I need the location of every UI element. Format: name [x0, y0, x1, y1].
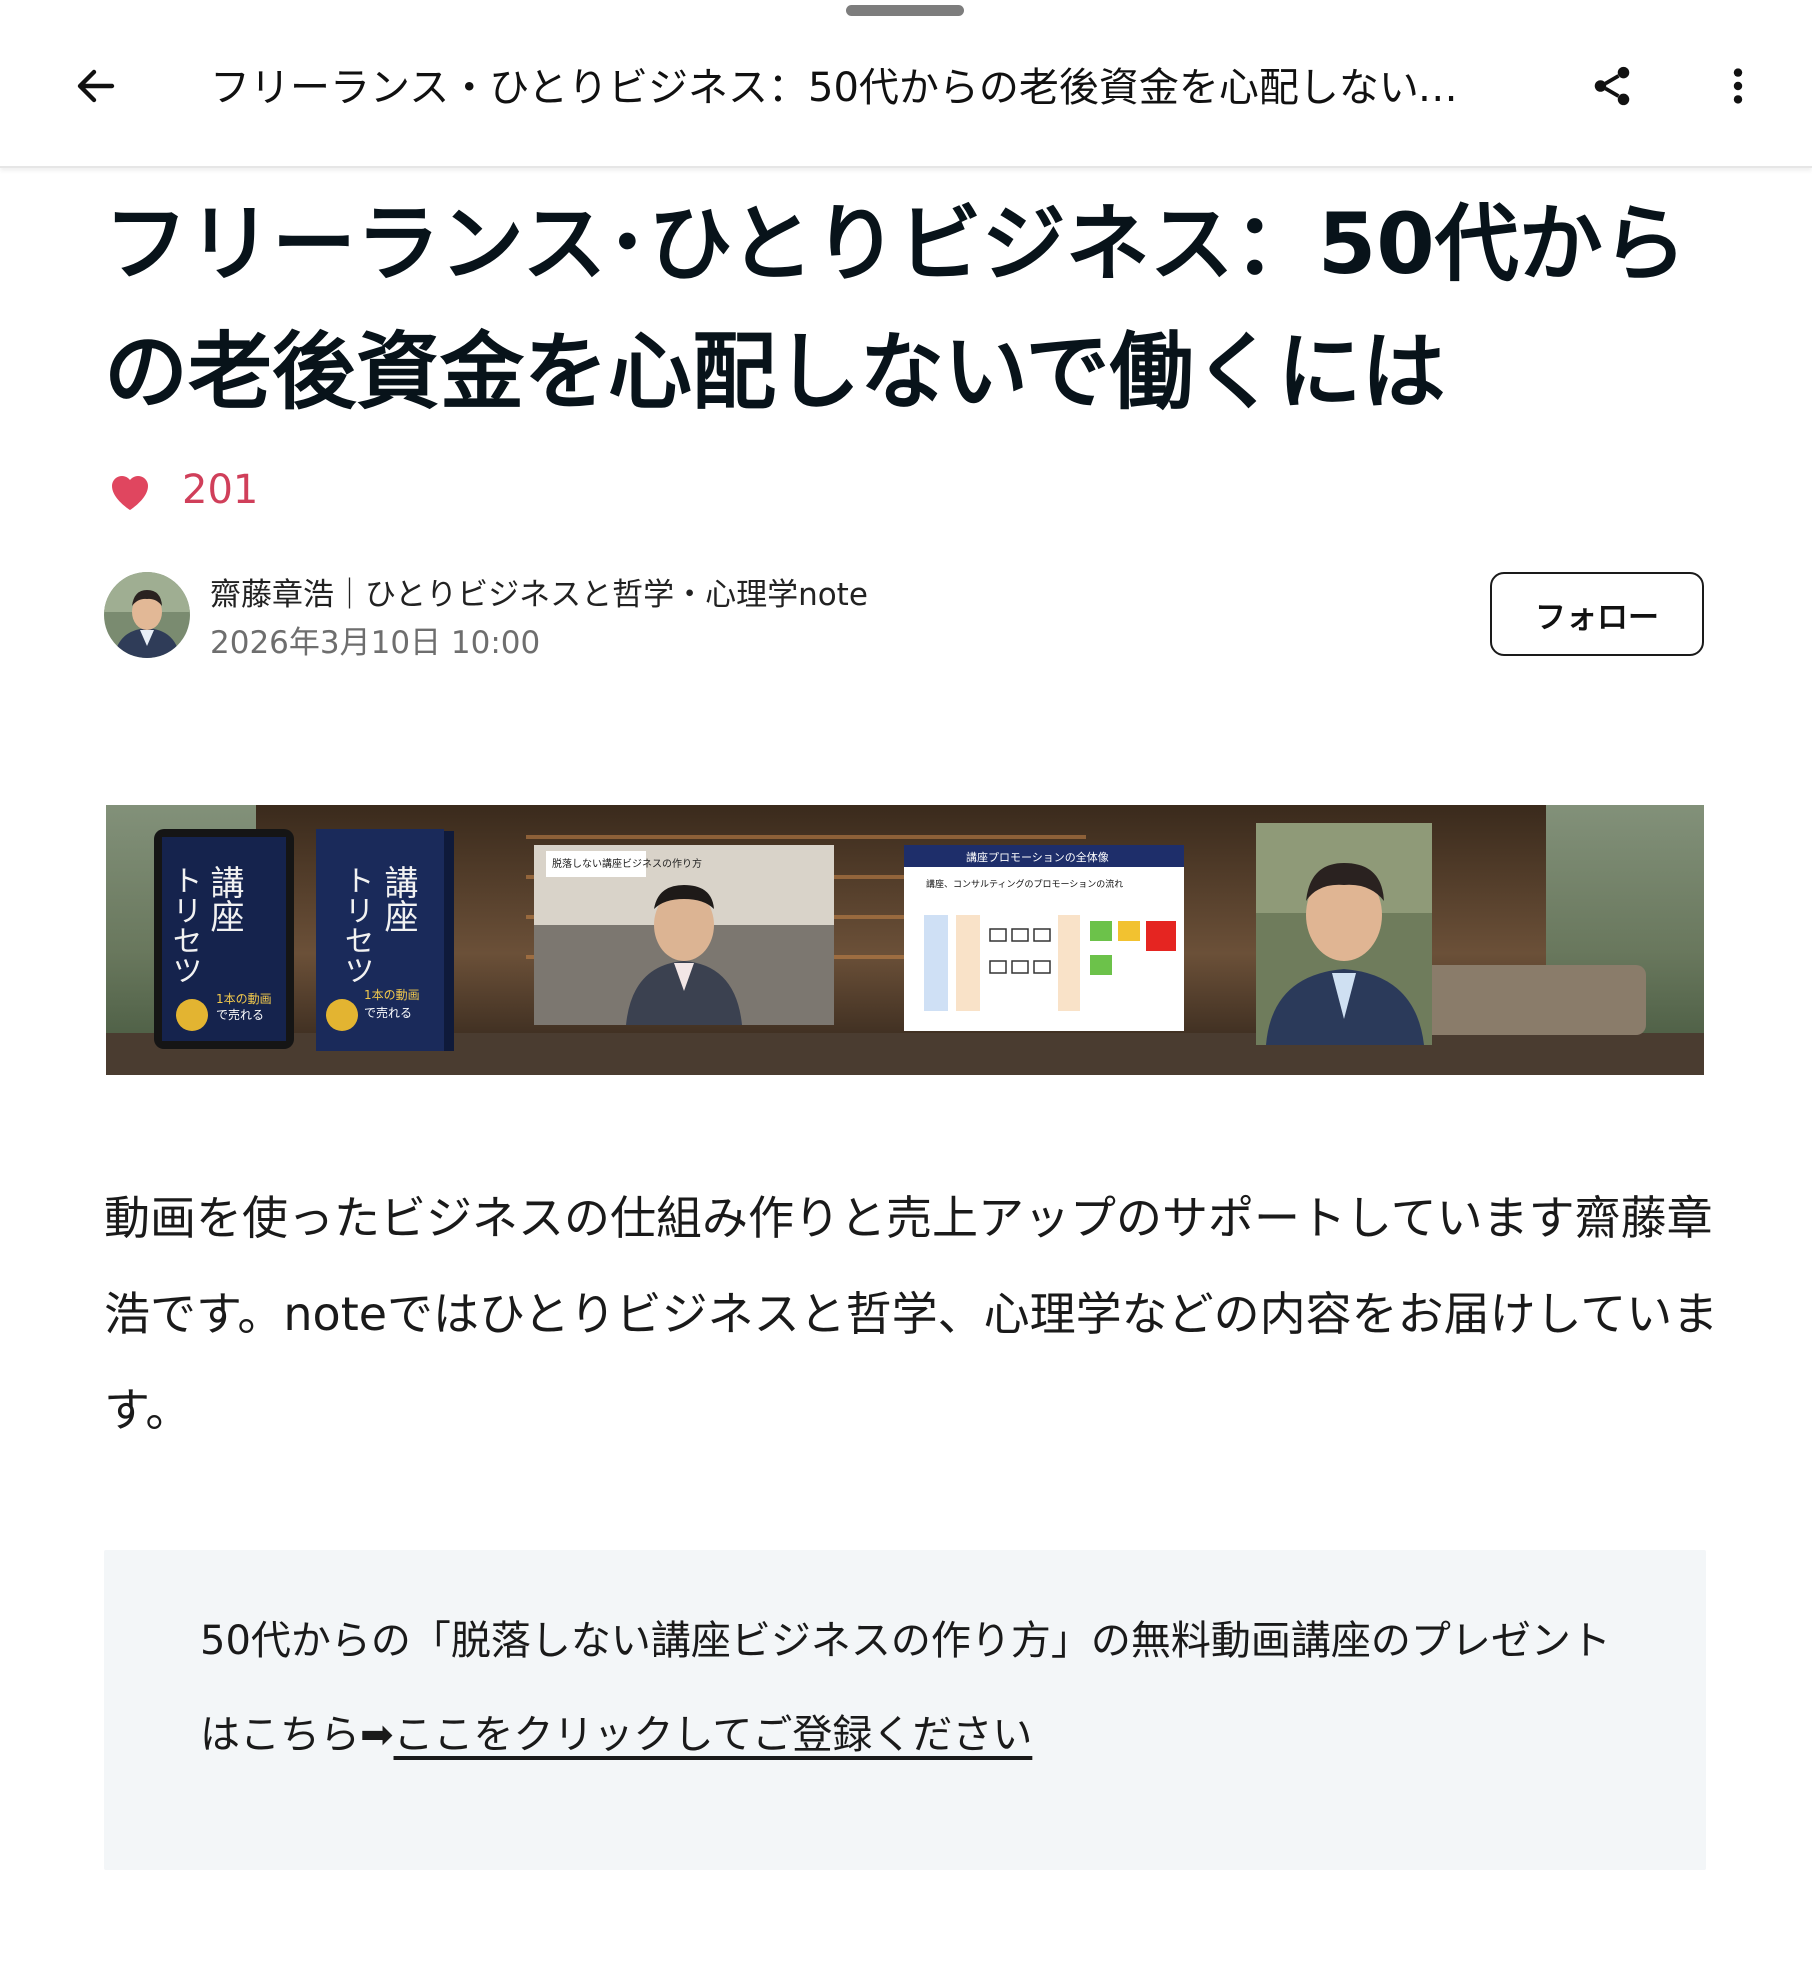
svg-text:脱落しない講座ビジネスの作り方: 脱落しない講座ビジネスの作り方 — [552, 857, 702, 870]
svg-text:トリセツ: トリセツ — [339, 865, 374, 985]
arrow-left-icon — [77, 69, 115, 103]
like-button[interactable] — [106, 467, 156, 513]
share-button[interactable] — [1584, 58, 1640, 114]
register-link[interactable]: ここをクリックしてご登録ください — [394, 1712, 1033, 1758]
article-page: フリーランス・ひとりビジネス：50代からの老後資金を心配しないで… フリーランス… — [0, 0, 1812, 1968]
post-date: 2026年3月10日 10:00 — [210, 625, 541, 661]
svg-text:で売れる: で売れる — [364, 1005, 412, 1020]
header-image: 講座 トリセツ 1本の動画 で売れる 講座 トリセツ 1本の動画 で売れる 脱落… — [106, 805, 1704, 1075]
like-counter: 201 — [106, 460, 258, 520]
svg-text:講座: 講座 — [378, 865, 418, 933]
intro-paragraph: 動画を使ったビジネスの仕組み作りと売上アップのサポートしています齋藤章浩です。n… — [104, 1191, 1719, 1437]
back-button[interactable] — [68, 58, 124, 114]
heart-icon — [112, 476, 148, 510]
svg-text:1本の動画: 1本の動画 — [364, 988, 420, 1002]
svg-text:1本の動画: 1本の動画 — [216, 992, 272, 1006]
author-avatar[interactable] — [104, 572, 190, 658]
promo-callout: 50代からの「脱落しない講座ビジネスの作り方」の無料動画講座のプレゼントはこちら… — [104, 1550, 1706, 1870]
svg-text:講座、コンサルティングのプロモーションの流れ: 講座、コンサルティングのプロモーションの流れ — [926, 878, 1123, 890]
article-title: フリーランス･ひとりビジネス：50代からの老後資金を心配しないで働くには — [104, 195, 1687, 421]
svg-text:トリセツ: トリセツ — [167, 865, 202, 985]
more-options-button[interactable] — [1710, 58, 1766, 114]
app-bar-title: フリーランス・ひとりビジネス：50代からの老後資金を心配しないで… — [210, 65, 1490, 111]
more-vertical-icon — [1733, 68, 1743, 104]
share-icon — [1594, 66, 1630, 106]
app-bar: フリーランス・ひとりビジネス：50代からの老後資金を心配しないで… — [0, 18, 1812, 168]
svg-text:で売れる: で売れる — [216, 1007, 264, 1022]
svg-text:講座プロモーションの全体像: 講座プロモーションの全体像 — [966, 850, 1109, 864]
callout-text: 50代からの「脱落しない講座ビジネスの作り方」の無料動画講座のプレゼントはこちら… — [200, 1594, 1620, 1782]
like-count[interactable]: 201 — [182, 467, 258, 513]
svg-text:講座: 講座 — [204, 865, 244, 933]
drag-handle[interactable] — [846, 5, 964, 16]
follow-button[interactable]: フォロー — [1490, 572, 1704, 656]
author-name[interactable]: 齋藤章浩｜ひとりビジネスと哲学・心理学note — [210, 572, 868, 618]
